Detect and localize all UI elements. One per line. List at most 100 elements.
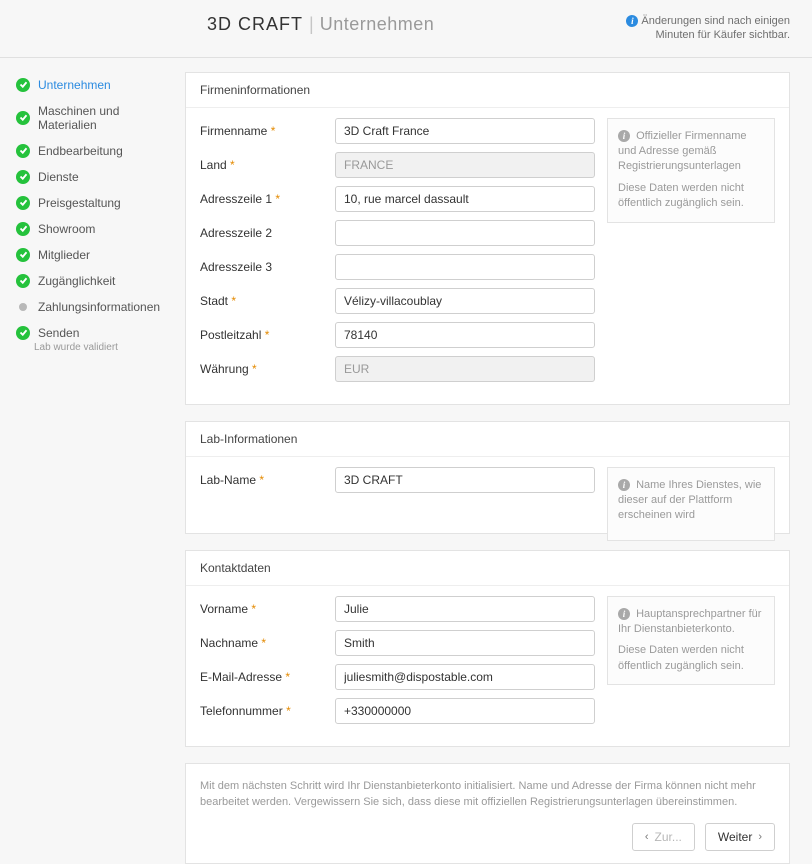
sidebar-item-label: Zugänglichkeit — [38, 274, 115, 288]
required-marker: * — [271, 124, 276, 138]
required-marker: * — [286, 704, 291, 718]
back-button[interactable]: ‹ Zur... — [632, 823, 695, 851]
sidebar-item-7[interactable]: Zugänglichkeit — [12, 268, 185, 294]
required-marker: * — [252, 362, 257, 376]
phone-input[interactable] — [335, 698, 595, 724]
city-label: Stadt — [200, 294, 228, 308]
sidebar-item-label: Senden — [38, 326, 79, 340]
sidebar-item-label: Preisgestaltung — [38, 196, 121, 210]
contact-hint-body: Diese Daten werden nicht öffentlich zugä… — [618, 643, 764, 674]
header-notice-text: Änderungen sind nach einigen Minuten für… — [641, 15, 790, 41]
contact-hint-box: i Hauptansprechpartner für Ihr Dienstanb… — [607, 596, 775, 686]
country-input — [335, 152, 595, 178]
sidebar-item-5[interactable]: Showroom — [12, 216, 185, 242]
brand-separator: | — [309, 14, 314, 35]
brand-name: 3D CRAFT — [207, 14, 303, 35]
sidebar-item-0[interactable]: Unternehmen — [12, 72, 185, 98]
dot-icon — [19, 303, 27, 311]
sidebar-item-1[interactable]: Maschinen und Materialien — [12, 98, 185, 138]
required-marker: * — [285, 670, 290, 684]
check-icon — [16, 222, 30, 236]
lab-card-title: Lab-Informationen — [186, 422, 789, 457]
brand-block: 3D CRAFT | Unternehmen — [207, 14, 434, 35]
check-icon — [16, 144, 30, 158]
required-marker: * — [230, 158, 235, 172]
sidebar-item-label: Unternehmen — [38, 78, 111, 92]
company-name-input[interactable] — [335, 118, 595, 144]
lab-name-label: Lab-Name — [200, 473, 256, 487]
check-icon — [16, 326, 30, 340]
currency-input — [335, 356, 595, 382]
lab-hint-box: i Name Ihres Dienstes, wie dieser auf de… — [607, 467, 775, 541]
zip-input[interactable] — [335, 322, 595, 348]
email-label: E-Mail-Adresse — [200, 670, 282, 684]
email-input[interactable] — [335, 664, 595, 690]
sidebar-item-label: Dienste — [38, 170, 79, 184]
main-content: Firmeninformationen i Offizieller Firmen… — [185, 72, 790, 864]
contact-card-title: Kontaktdaten — [186, 551, 789, 586]
required-marker: * — [265, 328, 270, 342]
addr2-input[interactable] — [335, 220, 595, 246]
sidebar-item-label: Showroom — [38, 222, 95, 236]
lname-input[interactable] — [335, 630, 595, 656]
fname-label: Vorname — [200, 602, 248, 616]
next-button[interactable]: Weiter › — [705, 823, 775, 851]
required-marker: * — [251, 602, 256, 616]
info-icon: i — [618, 608, 630, 620]
sidebar: Unternehmen Maschinen und Materialien Endb… — [12, 72, 185, 357]
sidebar-item-label: Zahlungsinformationen — [38, 300, 160, 314]
sidebar-item-label: Maschinen und Materialien — [38, 104, 181, 132]
fname-input[interactable] — [335, 596, 595, 622]
sidebar-item-3[interactable]: Dienste — [12, 164, 185, 190]
sidebar-item-label: Endbearbeitung — [38, 144, 123, 158]
check-icon — [16, 274, 30, 288]
company-name-label: Firmenname — [200, 124, 267, 138]
page-title: Unternehmen — [320, 14, 435, 35]
lab-card: Lab-Informationen i Name Ihres Dienstes,… — [185, 421, 790, 534]
addr1-label: Adresszeile 1 — [200, 192, 272, 206]
lab-name-input[interactable] — [335, 467, 595, 493]
chevron-left-icon: ‹ — [645, 831, 649, 843]
company-hint-box: i Offizieller Firmenname und Adresse gem… — [607, 118, 775, 223]
required-marker: * — [275, 192, 280, 206]
addr1-input[interactable] — [335, 186, 595, 212]
check-icon — [16, 78, 30, 92]
required-marker: * — [261, 636, 266, 650]
required-marker: * — [259, 473, 264, 487]
phone-label: Telefonnummer — [200, 704, 283, 718]
sidebar-item-2[interactable]: Endbearbeitung — [12, 138, 185, 164]
required-marker: * — [231, 294, 236, 308]
addr3-input[interactable] — [335, 254, 595, 280]
sidebar-item-sub: Lab wurde validiert — [34, 342, 185, 357]
warning-text: Mit dem nächsten Schritt wird Ihr Dienst… — [200, 780, 756, 809]
city-input[interactable] — [335, 288, 595, 314]
company-card-title: Firmeninformationen — [186, 73, 789, 108]
check-icon — [16, 170, 30, 184]
contact-card: Kontaktdaten i Hauptansprechpartner für … — [185, 550, 790, 747]
info-icon: i — [618, 130, 630, 142]
company-hint-lead: Offizieller Firmenname und Adresse gemäß… — [618, 130, 747, 173]
info-icon: i — [626, 15, 638, 27]
back-button-label: Zur... — [655, 830, 682, 844]
chevron-right-icon: › — [758, 831, 762, 843]
page-header: 3D CRAFT | Unternehmen iÄnderungen sind … — [0, 14, 812, 58]
lname-label: Nachname — [200, 636, 258, 650]
zip-label: Postleitzahl — [200, 328, 261, 342]
sidebar-item-4[interactable]: Preisgestaltung — [12, 190, 185, 216]
addr3-label: Adresszeile 3 — [200, 260, 272, 274]
lab-hint-text: Name Ihres Dienstes, wie dieser auf der … — [618, 479, 761, 522]
sidebar-item-6[interactable]: Mitglieder — [12, 242, 185, 268]
info-icon: i — [618, 479, 630, 491]
next-button-label: Weiter — [718, 830, 752, 844]
country-label: Land — [200, 158, 227, 172]
sidebar-item-8[interactable]: Zahlungsinformationen — [12, 294, 185, 320]
check-icon — [16, 111, 30, 125]
header-notice: iÄnderungen sind nach einigen Minuten fü… — [620, 14, 790, 43]
check-icon — [16, 196, 30, 210]
company-card: Firmeninformationen i Offizieller Firmen… — [185, 72, 790, 405]
currency-label: Währung — [200, 362, 249, 376]
check-icon — [16, 248, 30, 262]
sidebar-item-label: Mitglieder — [38, 248, 90, 262]
company-hint-body: Diese Daten werden nicht öffentlich zugä… — [618, 181, 764, 212]
warning-box: Mit dem nächsten Schritt wird Ihr Dienst… — [185, 763, 790, 864]
